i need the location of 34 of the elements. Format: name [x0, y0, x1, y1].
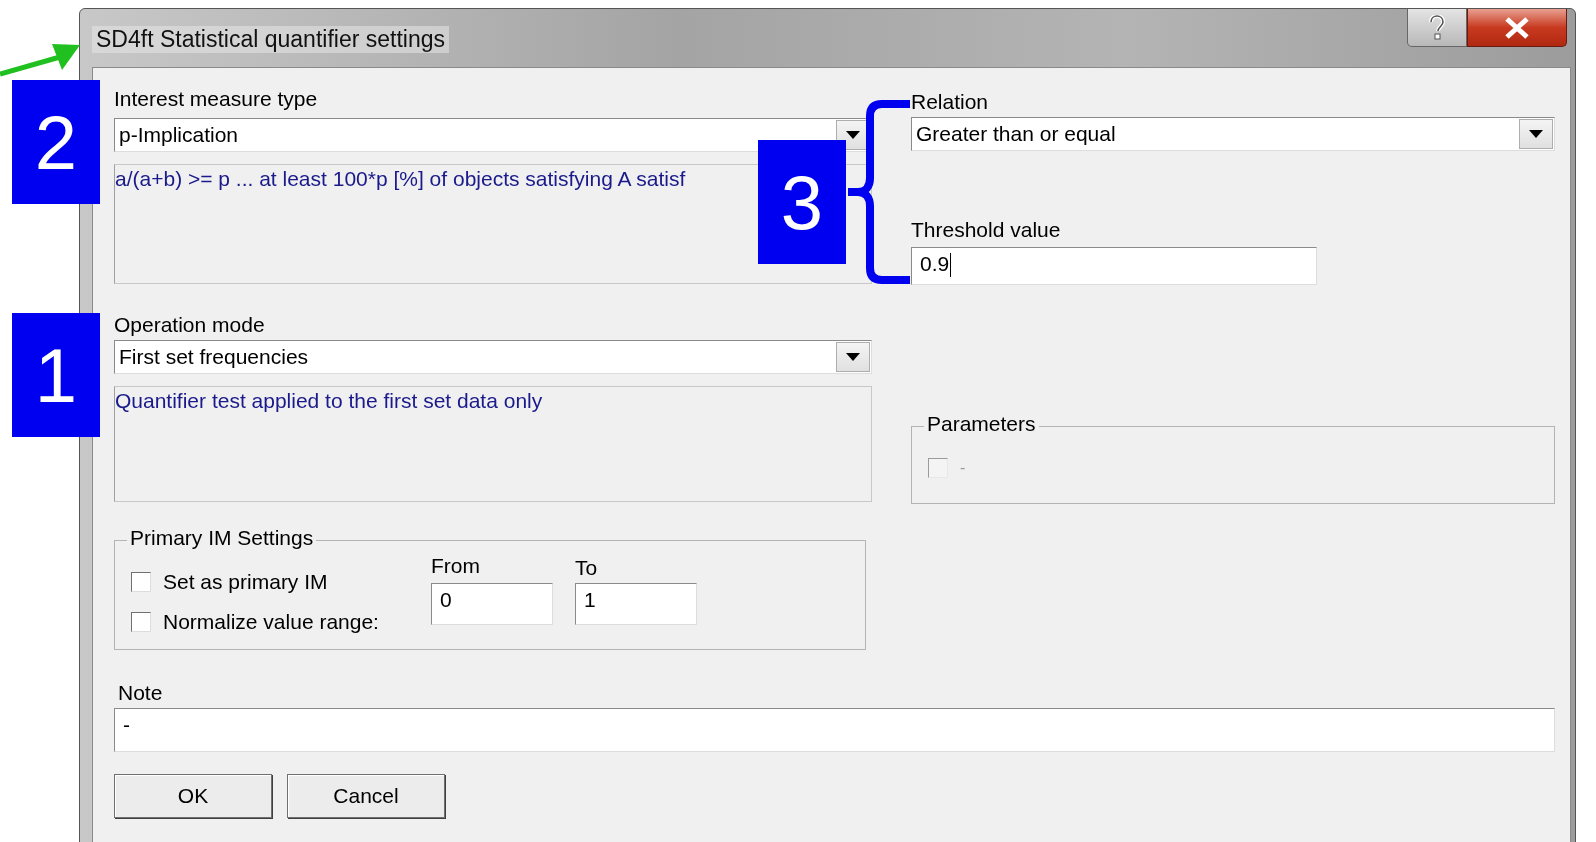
checkbox[interactable]: [131, 612, 151, 632]
dropdown[interactable]: First set frequencies: [114, 340, 872, 374]
checkbox[interactable]: [131, 572, 151, 592]
callout-number: 1: [12, 313, 100, 437]
caret-icon: [1528, 129, 1544, 139]
input-field[interactable]: 0.9: [911, 247, 1317, 285]
close-button[interactable]: [1467, 9, 1567, 47]
dropdown-button[interactable]: [1519, 119, 1553, 149]
field-label: Operation mode: [114, 312, 266, 338]
dialog-button[interactable]: OK: [114, 774, 272, 818]
field-label: Note: [118, 680, 164, 706]
field-label: Threshold value: [911, 217, 1062, 243]
description-text: Quantifier test applied to the first set data only: [114, 386, 872, 502]
dropdown[interactable]: Greater than or equal: [911, 117, 1555, 151]
window-title: SD4ft Statistical quantifier settings: [92, 26, 449, 53]
dialog-button[interactable]: Cancel: [287, 774, 445, 818]
field-label: To: [575, 555, 599, 581]
help-button[interactable]: [1407, 9, 1467, 47]
checkbox-label: -: [960, 459, 966, 477]
caret-icon: [845, 130, 861, 140]
field-label: From: [431, 553, 481, 579]
callout-number: 2: [12, 80, 100, 204]
input-field[interactable]: 1: [575, 583, 697, 625]
callout-number: 3: [758, 140, 846, 264]
note-field[interactable]: -: [114, 708, 1555, 752]
checkbox-label: Set as primary IM: [163, 570, 328, 594]
close-icon: [1504, 16, 1530, 39]
field-label: Interest measure type: [114, 86, 319, 112]
input-field[interactable]: 0: [431, 583, 553, 625]
caret-icon: [845, 352, 861, 362]
field-label: Relation: [911, 89, 990, 115]
help-icon: [1428, 14, 1446, 41]
checkbox-label: Normalize value range:: [163, 610, 379, 634]
dropdown-button[interactable]: [836, 342, 870, 372]
